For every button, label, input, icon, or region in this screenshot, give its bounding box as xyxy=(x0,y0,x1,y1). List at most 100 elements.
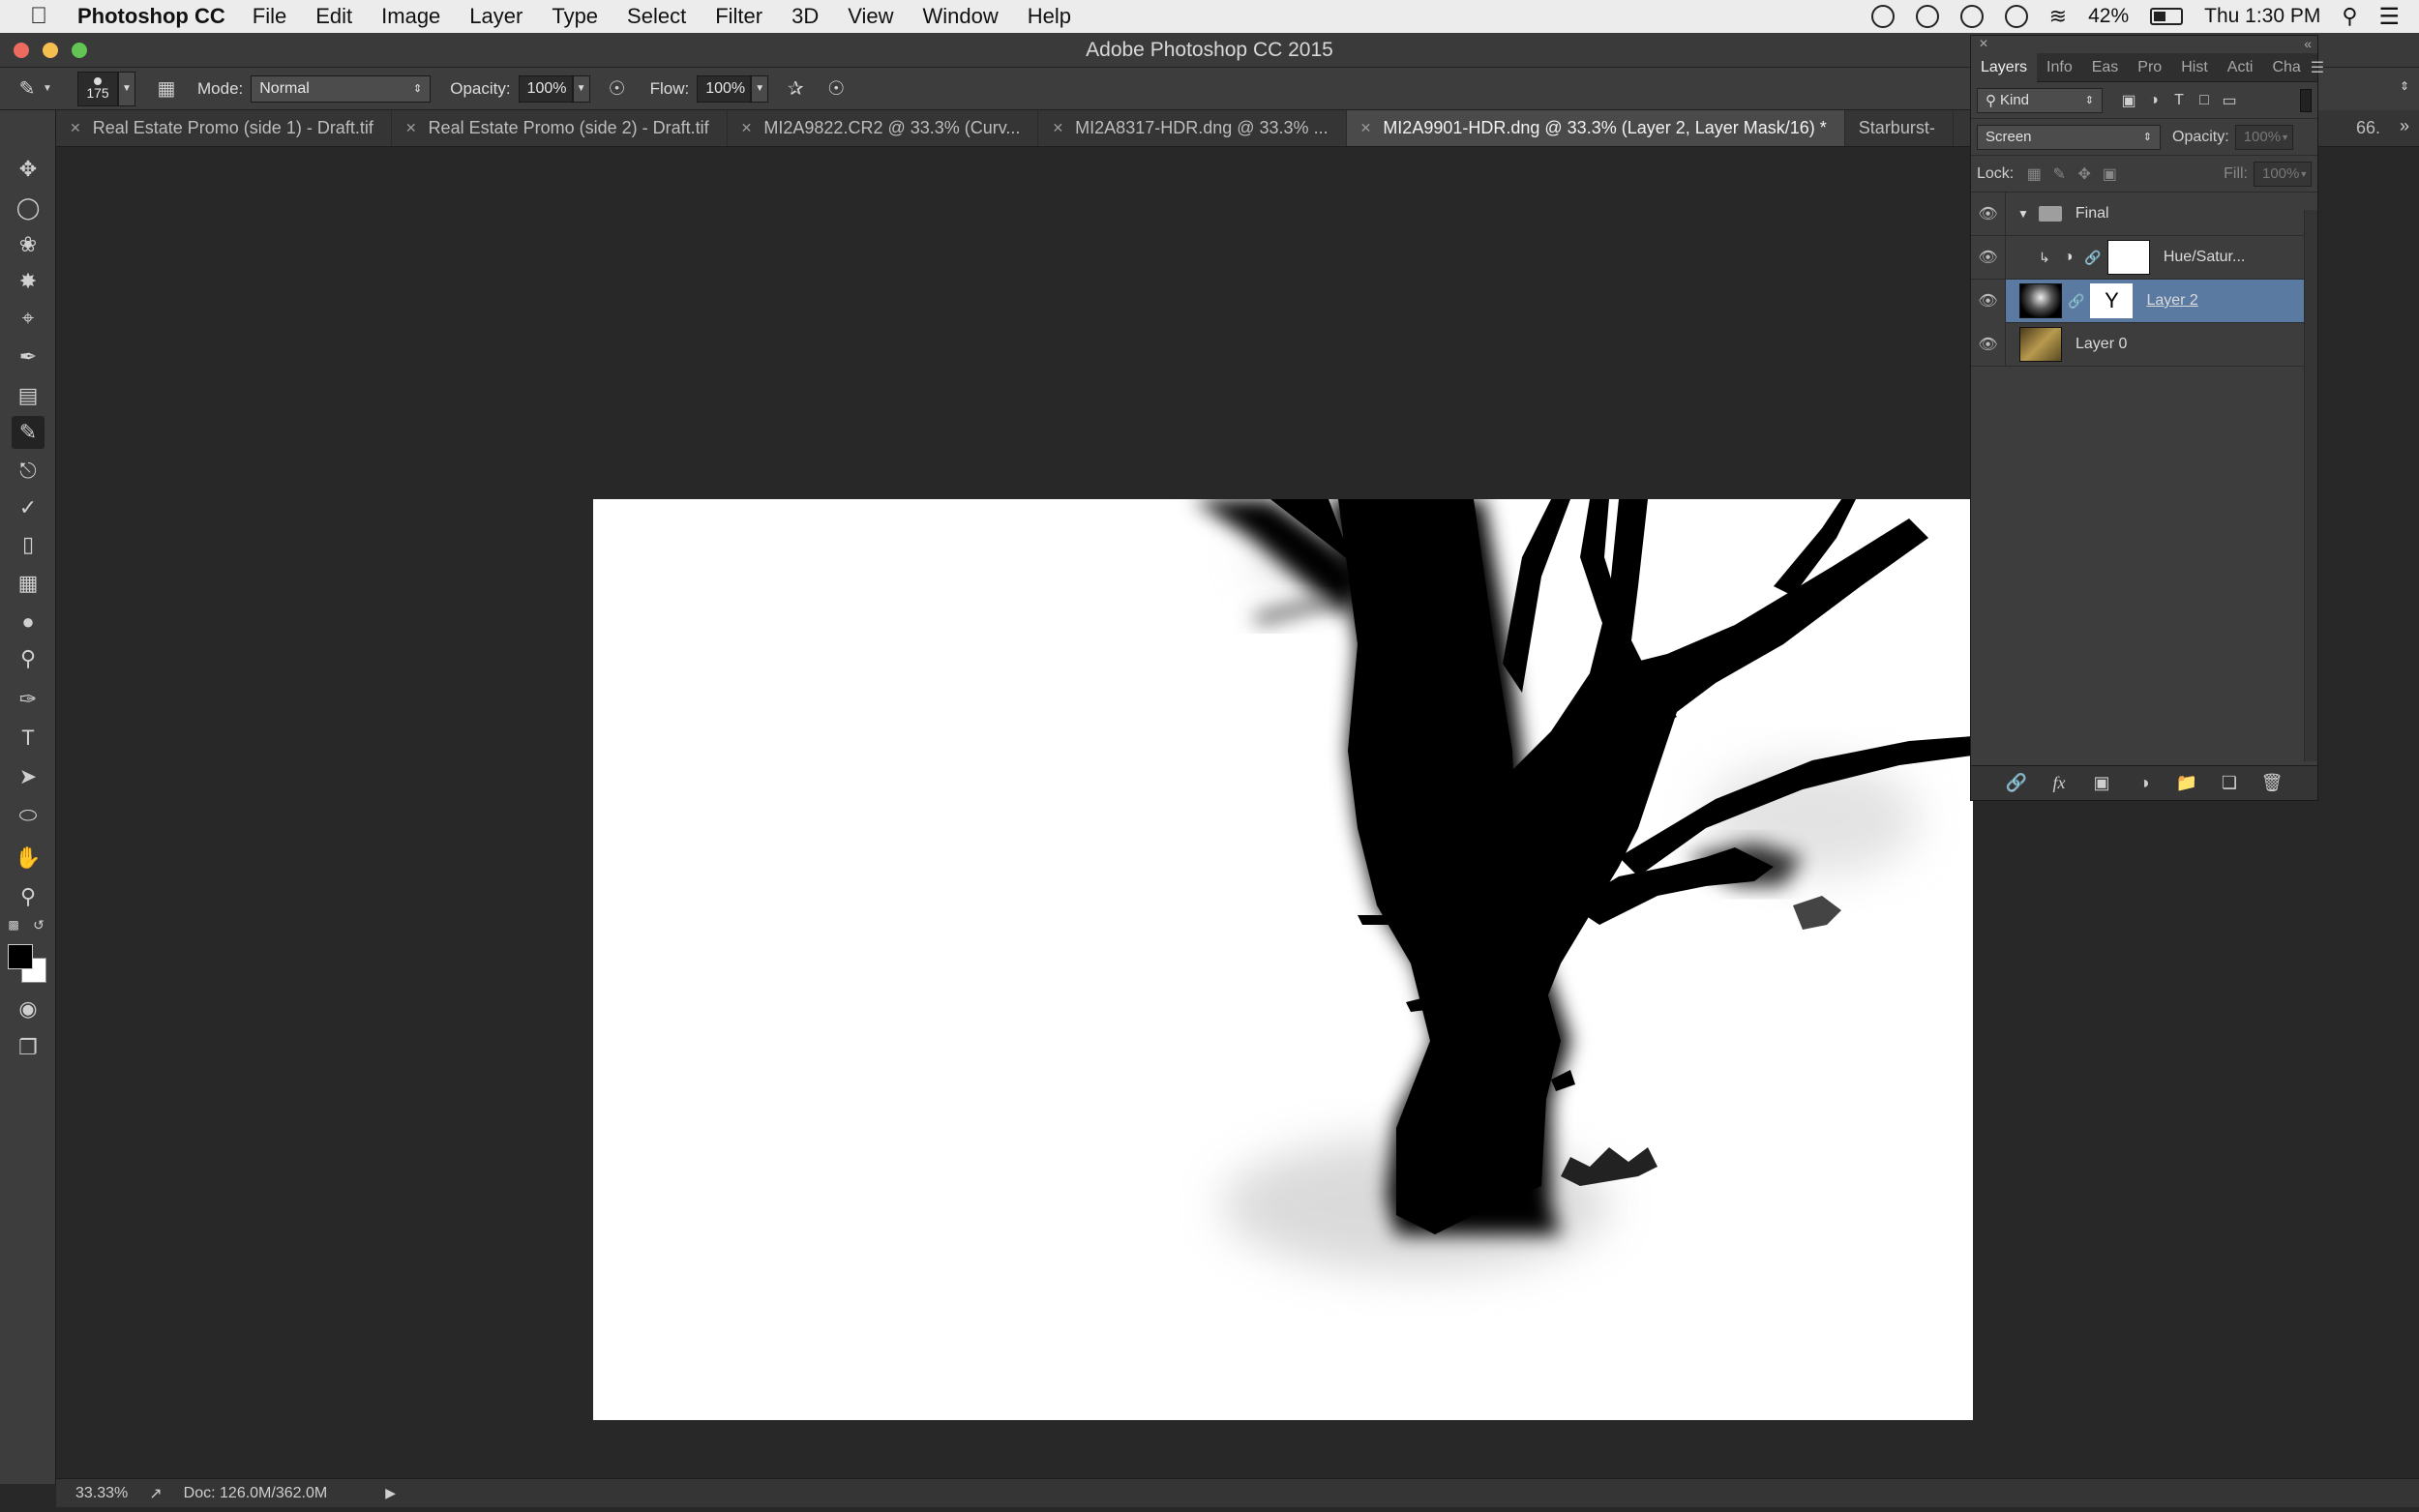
tab-history[interactable]: Hist xyxy=(2171,53,2218,82)
menu-help[interactable]: Help xyxy=(1028,4,1071,29)
brush-size-picker[interactable]: 175 xyxy=(77,71,118,106)
tab-document-6[interactable]: Starburst- xyxy=(1845,110,1954,146)
play-icon[interactable]: ▶ xyxy=(385,1485,396,1501)
menu-layer[interactable]: Layer xyxy=(469,4,523,29)
layer-mask-thumbnail[interactable]: Y xyxy=(2090,283,2134,318)
hand-tool-icon[interactable]: ✋ xyxy=(12,842,45,875)
menu-filter[interactable]: Filter xyxy=(715,4,762,29)
link-layers-icon[interactable]: 🔗 xyxy=(2005,772,2028,795)
dropbox-icon[interactable] xyxy=(1959,5,1984,28)
layer-row-hue-saturation[interactable]: 👁 ↳ ◑ 🔗 Hue/Satur... xyxy=(1971,235,2317,280)
app-menu[interactable]: Photoshop CC xyxy=(77,4,225,29)
swap-colors-icon[interactable]: ↺ xyxy=(29,915,48,934)
pen-tool-icon[interactable]: ✑ xyxy=(12,683,45,716)
tab-document-3[interactable]: ✕ MI2A9822.CR2 @ 33.3% (Curv... xyxy=(728,110,1039,146)
lock-image-icon[interactable]: ✎ xyxy=(2046,162,2072,187)
layer-row-group-final[interactable]: 👁 ▼ Final xyxy=(1971,192,2317,236)
clock[interactable]: Thu 1:30 PM xyxy=(2204,5,2320,28)
crop-tool-icon[interactable]: ⌖ xyxy=(12,302,45,335)
filter-kind-select[interactable]: ⚲ Kind ⇕ xyxy=(1977,87,2103,113)
brush-panel-toggle-icon[interactable]: ▦ xyxy=(153,75,180,103)
new-layer-icon[interactable]: ❏ xyxy=(2218,772,2241,795)
tab-document-4[interactable]: ✕ MI2A8317-HDR.dng @ 33.3% ... xyxy=(1038,110,1347,146)
menu-view[interactable]: View xyxy=(848,4,893,29)
menu-file[interactable]: File xyxy=(253,4,286,29)
move-tool-icon[interactable]: ✥ xyxy=(12,153,45,186)
menu-edit[interactable]: Edit xyxy=(315,4,352,29)
eraser-tool-icon[interactable]: ▯ xyxy=(12,528,45,561)
filter-toggle-icon[interactable] xyxy=(2300,88,2312,112)
healing-brush-tool-icon[interactable]: ▤ xyxy=(12,379,45,412)
lasso-tool-icon[interactable]: ❀ xyxy=(12,228,45,261)
tab-eas[interactable]: Eas xyxy=(2082,53,2129,82)
tab-actions[interactable]: Acti xyxy=(2218,53,2263,82)
zoom-level[interactable]: 33.33% xyxy=(75,1485,128,1502)
lock-transparent-icon[interactable]: ▦ xyxy=(2021,162,2046,187)
close-icon[interactable]: ✕ xyxy=(741,120,753,136)
menu-window[interactable]: Window xyxy=(923,4,999,29)
chain-link-icon[interactable]: 🔗 xyxy=(2084,250,2101,266)
new-group-icon[interactable]: 📁 xyxy=(2175,772,2198,795)
creative-cloud-icon[interactable] xyxy=(1915,5,1939,28)
foreground-color-swatch[interactable] xyxy=(8,944,33,969)
layer-row-layer-2[interactable]: 👁 🔗 Y Layer 2 xyxy=(1971,279,2317,323)
share-icon[interactable]: ↗ xyxy=(149,1484,162,1503)
airbrush-icon[interactable]: ✰ xyxy=(782,75,809,103)
brush-tool-icon[interactable]: ✎ xyxy=(12,416,45,449)
magic-wand-tool-icon[interactable]: ✸ xyxy=(12,265,45,298)
tab-info[interactable]: Info xyxy=(2037,53,2082,82)
close-icon[interactable]: ✕ xyxy=(405,120,417,136)
layers-scrollbar[interactable] xyxy=(2304,210,2317,761)
lock-all-icon[interactable]: ▣ xyxy=(2097,162,2122,187)
menu-select[interactable]: Select xyxy=(627,4,686,29)
flow-dropdown[interactable]: ▼ xyxy=(751,74,769,103)
wifi-icon[interactable]: ≋ xyxy=(2049,4,2067,29)
filter-smart-object-icon[interactable]: ▭ xyxy=(2217,88,2242,113)
chain-link-icon[interactable]: 🔗 xyxy=(2068,293,2084,310)
clone-stamp-tool-icon[interactable]: ⎋ xyxy=(12,455,45,488)
collapse-panel-icon[interactable]: « xyxy=(2304,36,2312,51)
filter-shape-icon[interactable]: □ xyxy=(2192,88,2217,113)
pressure-opacity-icon[interactable]: ☉ xyxy=(604,75,631,103)
layer-row-layer-0[interactable]: 👁 Layer 0 xyxy=(1971,322,2317,367)
tab-document-2[interactable]: ✕ Real Estate Promo (side 2) - Draft.tif xyxy=(392,110,728,146)
zoom-tool-icon[interactable]: ⚲ xyxy=(12,880,45,913)
apple-icon[interactable]:  xyxy=(0,3,77,30)
menu-3d[interactable]: 3D xyxy=(791,4,819,29)
new-adjustment-icon[interactable]: ◑ xyxy=(2133,772,2156,795)
eyedropper-tool-icon[interactable]: ✒ xyxy=(12,341,45,373)
layer-thumbnail[interactable] xyxy=(2019,283,2062,318)
brush-tool-preset-icon[interactable]: ✎ xyxy=(14,75,41,103)
panel-menu-icon[interactable]: ☰ xyxy=(2311,58,2324,77)
battery-icon[interactable] xyxy=(2150,8,2184,25)
close-window-button[interactable] xyxy=(14,43,29,58)
type-tool-icon[interactable]: T xyxy=(12,722,45,755)
visibility-eye-icon[interactable]: 👁 xyxy=(1971,322,2006,367)
flow-input[interactable]: 100% xyxy=(697,74,752,103)
tab-document-1[interactable]: ✕ Real Estate Promo (side 1) - Draft.tif xyxy=(56,110,392,146)
path-selection-tool-icon[interactable]: ➤ xyxy=(12,760,45,793)
close-icon[interactable]: ✕ xyxy=(1052,120,1063,136)
opacity-input[interactable]: 100% xyxy=(518,74,573,103)
ellipse-tool-icon[interactable]: ⬭ xyxy=(12,799,45,832)
lock-position-icon[interactable]: ✥ xyxy=(2072,162,2097,187)
tab-channels[interactable]: Cha xyxy=(2262,53,2310,82)
notification-center-icon[interactable]: ☰ xyxy=(2378,3,2400,31)
layer-name[interactable]: Layer 2 xyxy=(2146,292,2197,310)
spotlight-icon[interactable]: ⚲ xyxy=(2342,4,2357,29)
history-brush-tool-icon[interactable]: ✓ xyxy=(12,491,45,524)
visibility-eye-icon[interactable]: 👁 xyxy=(1971,235,2006,280)
blur-tool-icon[interactable]: ● xyxy=(12,606,45,638)
tab-pro[interactable]: Pro xyxy=(2128,53,2171,82)
pressure-size-icon[interactable]: ☉ xyxy=(822,75,850,103)
filter-adjustment-icon[interactable]: ◑ xyxy=(2141,88,2166,113)
minimize-window-button[interactable] xyxy=(43,43,58,58)
visibility-eye-icon[interactable]: 👁 xyxy=(1971,279,2006,323)
menu-image[interactable]: Image xyxy=(381,4,440,29)
close-panel-icon[interactable]: ✕ xyxy=(1979,37,1988,50)
screen-mode-icon[interactable]: ❐ xyxy=(12,1031,45,1064)
chevron-down-icon[interactable]: ▼ xyxy=(41,75,54,103)
trash-icon[interactable]: 🗑 xyxy=(2260,772,2284,795)
layer-mask-thumbnail[interactable] xyxy=(2106,240,2150,275)
fill-input[interactable]: 100% ▼ xyxy=(2254,161,2312,187)
